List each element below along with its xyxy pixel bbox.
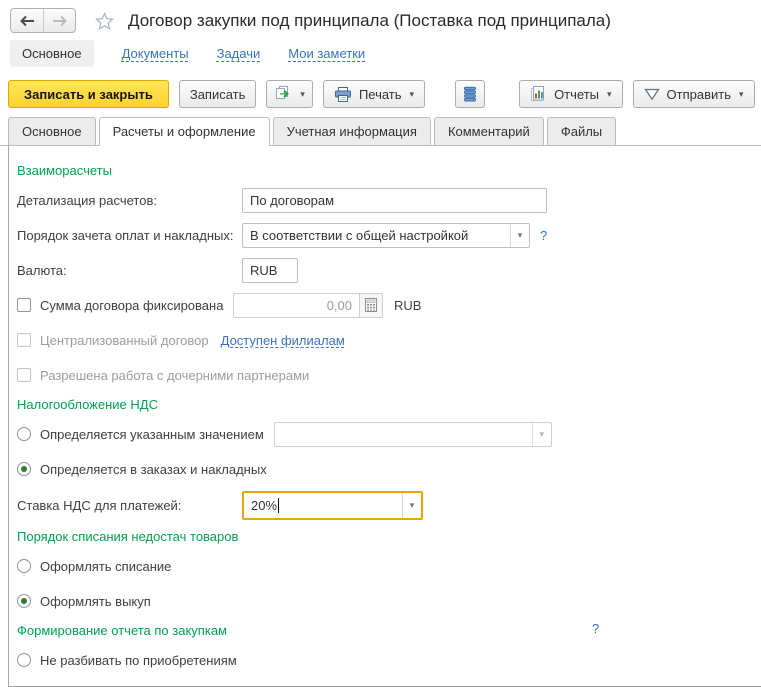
dropdown-arrow-icon: ▾	[739, 89, 744, 100]
report-chart-icon	[530, 86, 547, 102]
fixed-amount-input-group: 0,00	[233, 293, 383, 318]
fixed-amount-input[interactable]: 0,00	[234, 294, 359, 317]
fixed-amount-row: Сумма договора фиксирована 0,00 RUB	[17, 292, 761, 318]
offset-help-icon[interactable]: ?	[540, 228, 547, 243]
subsidiaries-checkbox[interactable]	[17, 368, 31, 382]
dropdown-arrow-icon: ▾	[607, 89, 612, 100]
section-vat-heading: Налогообложение НДС	[17, 397, 761, 412]
fixed-amount-label: Сумма договора фиксирована	[40, 298, 223, 313]
shortage-writeoff-row: Оформлять списание	[17, 553, 761, 579]
vat-rate-row: Ставка НДС для платежей: 20% ▾	[17, 491, 761, 520]
tab-raschety-i-oformlenie[interactable]: Расчеты и оформление	[99, 117, 270, 146]
arrow-right-icon	[52, 15, 68, 27]
vat-by-value-radio[interactable]	[17, 427, 31, 441]
structure-button[interactable]	[455, 80, 485, 108]
currency-label: Валюта:	[17, 263, 242, 278]
report-no-split-label[interactable]: Не разбивать по приобретениям	[40, 653, 237, 668]
nav-item-zadachi[interactable]: Задачи	[217, 46, 261, 61]
section-purchase-report-heading: Формирование отчета по закупкам ?	[17, 623, 761, 638]
section-shortage-heading: Порядок списания недостач товаров	[17, 529, 761, 544]
detail-label: Детализация расчетов:	[17, 193, 242, 208]
star-icon	[94, 11, 115, 31]
back-button[interactable]	[11, 9, 43, 32]
window-header: Договор закупки под принципала (Поставка…	[0, 0, 761, 35]
offset-combo-value[interactable]: В соответствии с общей настройкой	[243, 224, 510, 247]
fixed-amount-checkbox[interactable]	[17, 298, 31, 312]
calculator-icon	[365, 298, 377, 312]
detail-row: Детализация расчетов: По договорам	[17, 187, 761, 213]
create-based-on-button[interactable]: ▾	[266, 80, 313, 108]
detail-input[interactable]: По договорам	[242, 188, 547, 213]
vat-by-orders-radio[interactable]	[17, 462, 31, 476]
report-no-split-row: Не разбивать по приобретениям	[17, 647, 761, 673]
chevron-down-icon[interactable]: ▾	[510, 224, 529, 247]
favorite-star-button[interactable]	[94, 11, 115, 31]
command-toolbar: Записать и закрыть Записать ▾ Печать ▾	[0, 72, 761, 117]
vat-rate-value: 20%	[251, 498, 277, 513]
shortage-buyout-label[interactable]: Оформлять выкуп	[40, 594, 151, 609]
subsidiaries-label: Разрешена работа с дочерними партнерами	[40, 368, 309, 383]
offset-combo[interactable]: В соответствии с общей настройкой ▾	[242, 223, 530, 248]
tab-kommentarij[interactable]: Комментарий	[434, 117, 544, 145]
create-based-on-icon	[274, 86, 292, 102]
form-tabbar: Основное Расчеты и оформление Учетная ин…	[0, 117, 761, 146]
page-title: Договор закупки под принципала (Поставка…	[128, 11, 611, 31]
nav-item-dokumenty[interactable]: Документы	[122, 46, 189, 61]
printer-icon	[334, 87, 352, 102]
chevron-down-icon[interactable]: ▾	[532, 423, 551, 446]
nav-item-moi-zametki[interactable]: Мои заметки	[288, 46, 365, 61]
print-button[interactable]: Печать ▾	[323, 80, 425, 108]
save-button[interactable]: Записать	[179, 80, 257, 108]
vat-rate-combo[interactable]: 20% ▾	[242, 491, 423, 520]
vat-value-combo-value[interactable]	[275, 423, 532, 446]
vat-value-combo[interactable]: ▾	[274, 422, 552, 447]
report-split-row: Разбивать по приобретениям и формировать…	[17, 682, 761, 687]
arrow-left-icon	[19, 15, 35, 27]
send-button[interactable]: Отправить ▾	[633, 80, 755, 108]
send-button-label: Отправить	[667, 87, 731, 102]
vat-rate-label: Ставка НДС для платежей:	[17, 498, 242, 513]
calculator-button[interactable]	[359, 294, 382, 317]
report-no-split-radio[interactable]	[17, 653, 31, 667]
vat-by-orders-row: Определяется в заказах и накладных	[17, 456, 761, 482]
text-caret	[278, 498, 279, 513]
shortage-buyout-radio[interactable]	[17, 594, 31, 608]
vat-by-value-label[interactable]: Определяется указанным значением	[40, 427, 264, 442]
stacked-list-icon	[463, 86, 477, 102]
centralized-row: Централизованный договор Доступен филиал…	[17, 327, 761, 353]
reports-button-label: Отчеты	[554, 87, 599, 102]
save-and-close-button[interactable]: Записать и закрыть	[8, 80, 169, 108]
vat-by-value-row: Определяется указанным значением ▾	[17, 421, 761, 447]
fixed-amount-currency-label: RUB	[394, 298, 421, 313]
offset-row: Порядок зачета оплат и накладных: В соот…	[17, 222, 761, 248]
dropdown-arrow-icon: ▾	[300, 89, 305, 100]
send-icon	[644, 87, 660, 101]
shortage-buyout-row: Оформлять выкуп	[17, 588, 761, 614]
purchase-report-help-icon[interactable]: ?	[592, 621, 599, 636]
vat-by-orders-label[interactable]: Определяется в заказах и накладных	[40, 462, 267, 477]
section-settlements-heading: Взаиморасчеты	[17, 163, 761, 178]
reports-button[interactable]: Отчеты ▾	[519, 80, 622, 108]
tab-osnovnoe[interactable]: Основное	[8, 117, 96, 145]
centralized-label: Централизованный договор	[40, 333, 209, 348]
nav-linkbar: Основное Документы Задачи Мои заметки	[0, 35, 761, 72]
chevron-down-icon[interactable]: ▾	[402, 493, 421, 518]
tab-uchetnaya-informaciya[interactable]: Учетная информация	[273, 117, 431, 145]
branches-link[interactable]: Доступен филиалам	[221, 333, 345, 348]
nav-item-osnovnoe[interactable]: Основное	[10, 40, 94, 67]
currency-row: Валюта: RUB	[17, 257, 761, 283]
purchase-report-heading-text: Формирование отчета по закупкам	[17, 623, 227, 638]
print-button-label: Печать	[359, 87, 402, 102]
currency-input[interactable]: RUB	[242, 258, 298, 283]
subsidiaries-row: Разрешена работа с дочерними партнерами	[17, 362, 761, 388]
tab-content-panel: Взаиморасчеты Детализация расчетов: По д…	[8, 146, 761, 687]
shortage-writeoff-radio[interactable]	[17, 559, 31, 573]
dropdown-arrow-icon: ▾	[410, 89, 415, 100]
shortage-writeoff-label[interactable]: Оформлять списание	[40, 559, 171, 574]
centralized-checkbox[interactable]	[17, 333, 31, 347]
forward-button[interactable]	[43, 9, 75, 32]
tab-fajly[interactable]: Файлы	[547, 117, 616, 145]
history-nav-group	[10, 8, 76, 33]
offset-label: Порядок зачета оплат и накладных:	[17, 228, 242, 243]
